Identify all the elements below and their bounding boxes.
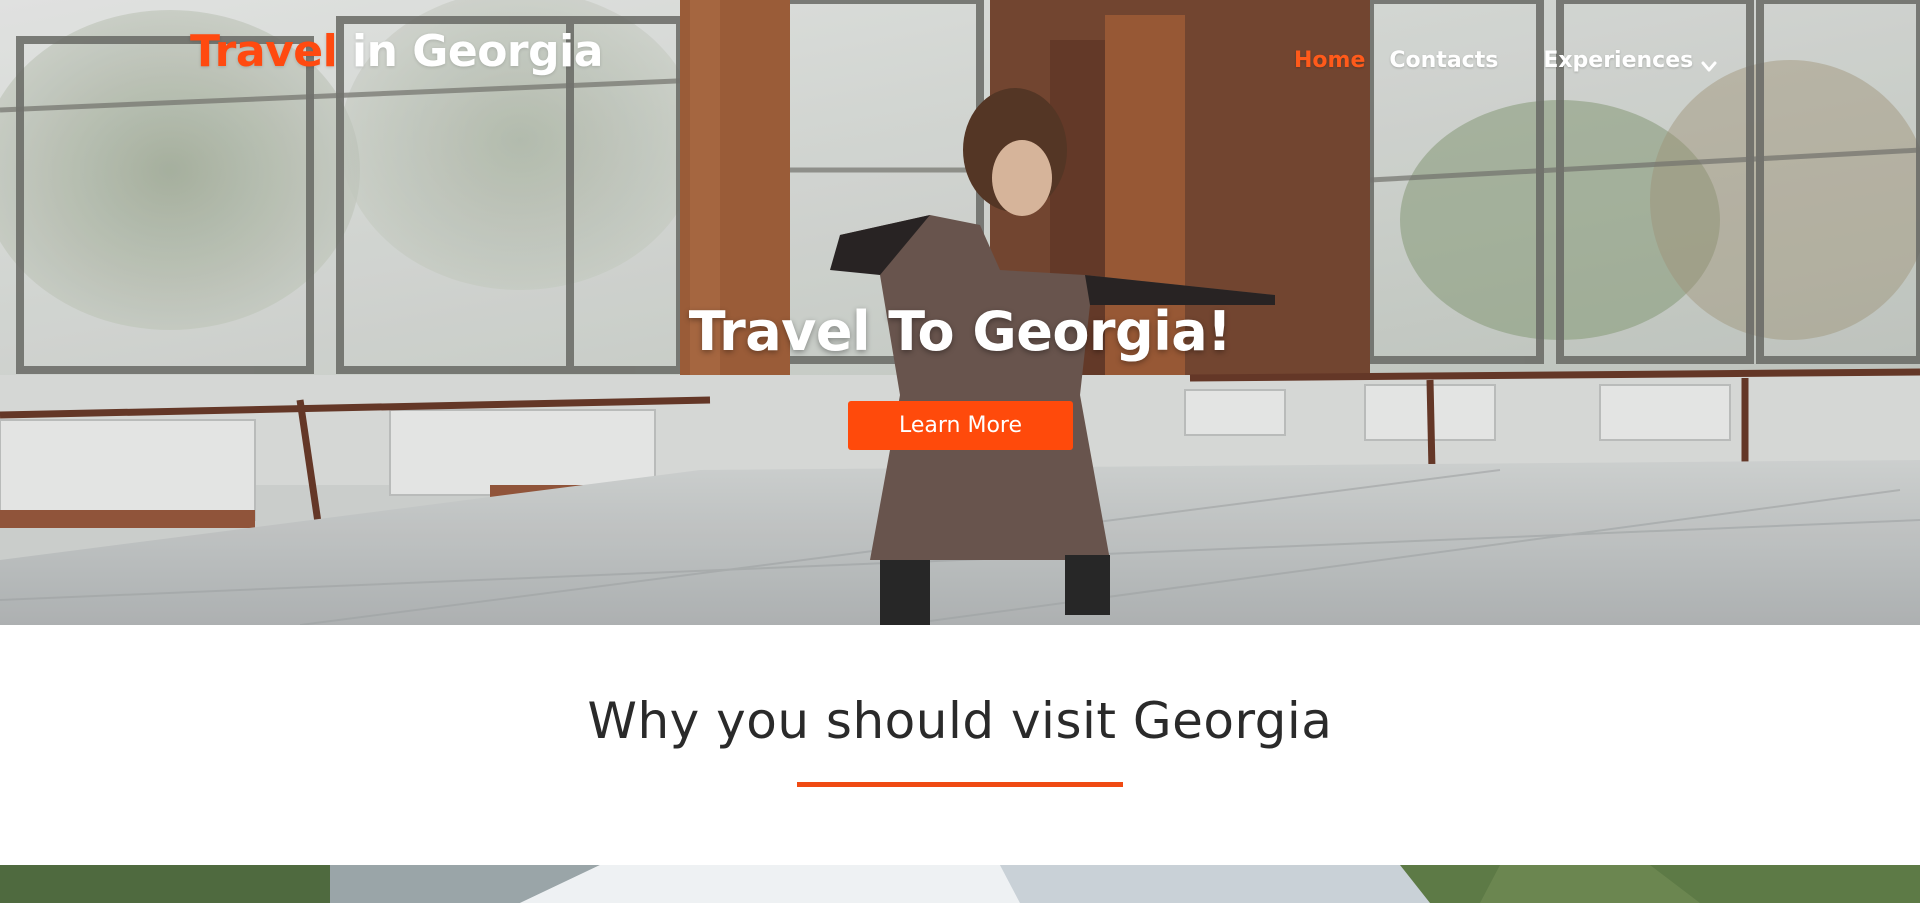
section-title-underline [797,782,1123,787]
nav-item-experiences-label: Experiences [1543,47,1694,73]
nav-item-experiences[interactable]: Experiences [1543,48,1717,73]
brand-rest-text: in Georgia [337,26,603,77]
brand-accent-text: Travel [190,26,338,77]
nav-links: Home Contacts Experiences [1294,45,1717,75]
top-navigation: Travel in Georgia Home Contacts Experien… [0,0,1920,120]
learn-more-button[interactable]: Learn More [848,401,1073,450]
nav-item-contacts[interactable]: Contacts [1389,48,1498,73]
hero-section: Travel in Georgia Home Contacts Experien… [0,0,1920,625]
hero-title: Travel To Georgia! [688,300,1232,363]
chevron-down-icon [1701,54,1717,72]
section-title: Why you should visit Georgia [587,692,1333,750]
brand-logo[interactable]: Travel in Georgia [190,26,603,77]
mountain-image [0,865,1920,903]
nav-item-home[interactable]: Home [1294,48,1365,73]
